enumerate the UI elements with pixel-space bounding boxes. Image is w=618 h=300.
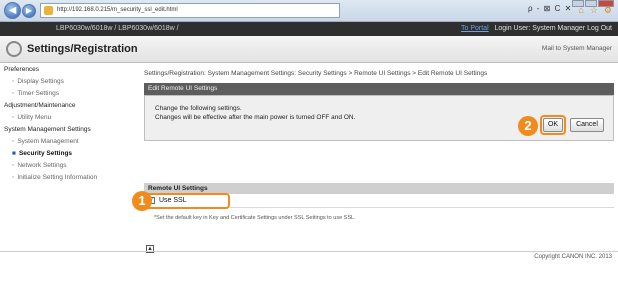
message-line-2: Changes will be effective after the main… <box>155 114 356 121</box>
sidebar-item-display-settings[interactable]: Display Settings <box>0 76 138 88</box>
breadcrumb: Settings/Registration: System Management… <box>144 70 488 77</box>
sidebar-item-utility-menu[interactable]: Utility Menu <box>0 112 138 124</box>
sidebar-item-security-settings[interactable]: Security Settings <box>0 148 138 160</box>
page-title-bar: Settings/Registration Mail to System Man… <box>0 36 618 63</box>
arrow-right-icon: ▶ <box>25 6 33 15</box>
edit-message: Change the following settings. Changes w… <box>155 104 355 122</box>
address-text: http://192.168.0.215/m_security_ssl_edit… <box>57 7 178 13</box>
sidebar-item-initialize-settings[interactable]: Initialize Setting Information <box>0 172 138 184</box>
address-controls[interactable]: ρ - ⊠ C ✕ <box>528 4 572 13</box>
portal-link[interactable]: To Portal <box>461 25 489 32</box>
sidebar-heading-adjustment[interactable]: Adjustment/Maintenance <box>0 100 138 112</box>
sidebar-item-timer-settings[interactable]: Timer Settings <box>0 88 138 100</box>
ssl-note: *Set the default key in Key and Certific… <box>154 215 356 221</box>
device-model: LBP6030w/6018w / LBP6030w/6018w / <box>56 25 179 32</box>
copyright: Copyright CANON INC. 2013 <box>534 254 612 260</box>
home-icon[interactable]: ⌂ <box>578 5 583 16</box>
ok-button[interactable]: OK <box>543 118 563 132</box>
use-ssl-highlight <box>145 193 230 209</box>
forward-button[interactable]: ▶ <box>22 4 36 18</box>
callout-1-badge: 1 <box>132 191 152 211</box>
sidebar-item-network-settings[interactable]: Network Settings <box>0 160 138 172</box>
header-links: To Portal Login User: System Manager Log… <box>461 22 612 36</box>
sidebar-heading-preferences[interactable]: Preferences <box>0 64 138 76</box>
mail-to-manager-link[interactable]: Mail to System Manager <box>542 45 612 52</box>
sidebar-heading-system-management[interactable]: System Management Settings <box>0 124 138 136</box>
product-header: LBP6030w/6018w / LBP6030w/6018w / To Por… <box>0 22 618 36</box>
favicon-icon <box>44 6 53 15</box>
login-user: Login User: System Manager <box>494 25 586 32</box>
arrow-left-icon: ◀ <box>8 5 17 16</box>
callout-2-badge: 2 <box>518 116 538 136</box>
sidebar-item-system-management[interactable]: System Management <box>0 136 138 148</box>
address-bar[interactable]: http://192.168.0.215/m_security_ssl_edit… <box>40 3 340 18</box>
gear-icon[interactable]: ⚙ <box>604 5 612 16</box>
cancel-button[interactable]: Cancel <box>570 118 604 132</box>
footer-divider <box>0 251 618 252</box>
settings-gear-icon <box>6 41 22 57</box>
browser-toolbar-icons: ⌂ ☆ ⚙ <box>578 5 612 16</box>
message-line-1: Change the following settings. <box>155 105 242 112</box>
page-title: Settings/Registration <box>27 43 138 55</box>
sidebar: Preferences Display Settings Timer Setti… <box>0 64 138 246</box>
star-icon[interactable]: ☆ <box>590 5 598 16</box>
main-content: Settings/Registration: System Management… <box>132 64 618 264</box>
browser-toolbar: ◀ ▶ http://192.168.0.215/m_security_ssl_… <box>0 0 618 22</box>
logout-link[interactable]: Log Out <box>587 25 612 32</box>
edit-section-header: Edit Remote UI Settings <box>144 83 614 95</box>
back-button[interactable]: ◀ <box>4 2 21 19</box>
